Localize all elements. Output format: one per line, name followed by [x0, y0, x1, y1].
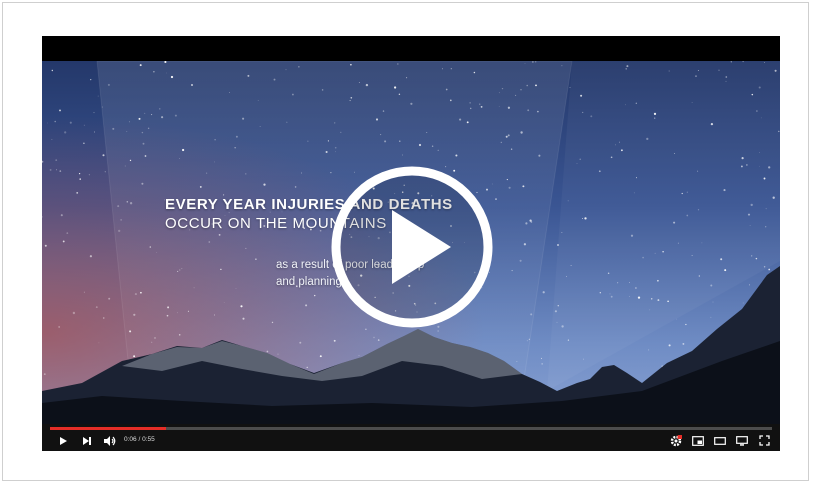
video-player[interactable]: EVERY YEAR INJURIES AND DEATHS OCCUR ON …	[42, 36, 780, 451]
miniplayer-icon	[692, 435, 704, 446]
progress-played	[50, 427, 166, 430]
theater-icon	[714, 436, 726, 445]
video-embed-frame: EVERY YEAR INJURIES AND DEATHS OCCUR ON …	[2, 2, 809, 481]
settings-button[interactable]	[668, 434, 684, 447]
fullscreen-button[interactable]	[756, 434, 772, 447]
play-button[interactable]	[56, 434, 70, 447]
next-button[interactable]	[80, 434, 94, 447]
miniplayer-button[interactable]	[690, 434, 706, 447]
big-play-icon	[331, 166, 493, 328]
duration: 0:55	[142, 436, 155, 443]
theater-button[interactable]	[712, 434, 728, 447]
volume-button[interactable]	[102, 434, 118, 447]
settings-icon	[670, 434, 682, 446]
progress-bar[interactable]	[50, 427, 772, 430]
volume-icon	[104, 435, 116, 446]
current-time: 0:06	[124, 436, 137, 443]
cast-icon	[736, 435, 748, 446]
next-icon	[83, 436, 91, 445]
play-icon	[60, 436, 67, 445]
control-bar: 0:06 / 0:55	[42, 424, 780, 451]
big-play-button[interactable]	[329, 164, 495, 330]
cast-button[interactable]	[734, 434, 750, 447]
fullscreen-icon	[758, 435, 770, 446]
time-display: 0:06 / 0:55	[124, 435, 155, 445]
